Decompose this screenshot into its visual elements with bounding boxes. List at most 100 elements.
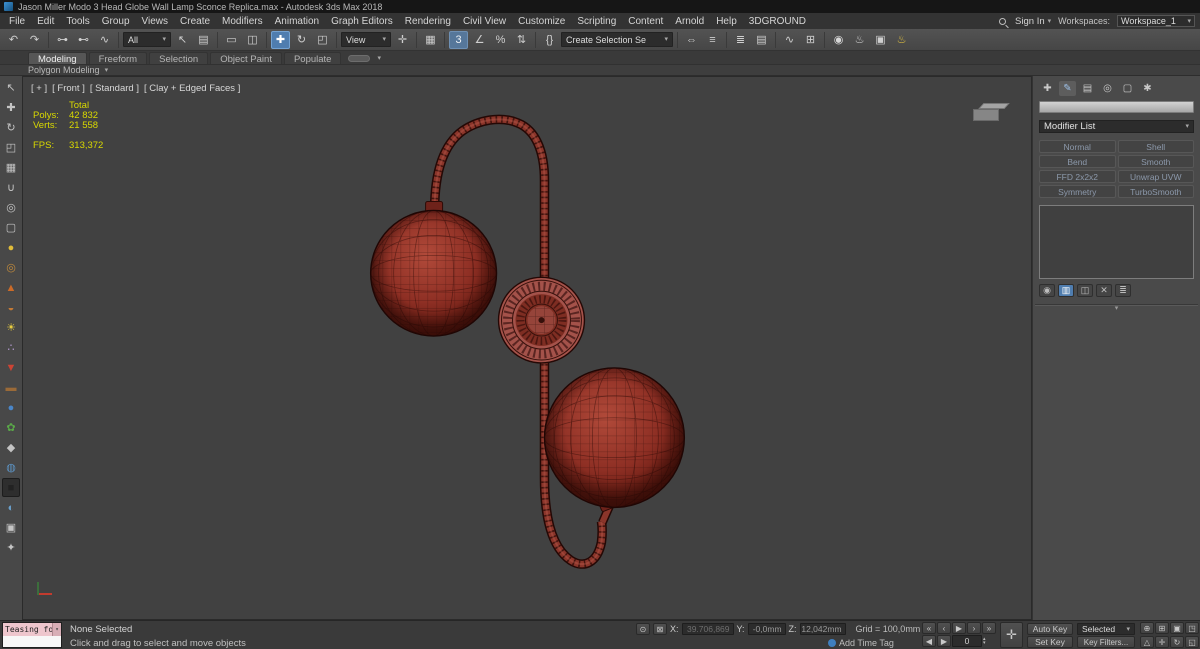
earth-icon[interactable]: ● <box>2 398 20 417</box>
modifier-list-dropdown[interactable]: Modifier List ▾ <box>1039 120 1194 133</box>
hierarchy-tab-icon[interactable]: ▤ <box>1079 81 1096 96</box>
listener-scroll-icon[interactable]: ▾ <box>52 623 61 636</box>
upper-globe[interactable] <box>369 209 498 337</box>
bind-to-space-warp-icon[interactable]: ∿ <box>95 31 114 49</box>
modify-tab-icon[interactable]: ✎ <box>1059 81 1076 96</box>
box-primitive-icon[interactable]: ▢ <box>2 218 20 237</box>
wall-disc[interactable] <box>497 276 586 364</box>
isolate-selection-icon[interactable]: ⊙ <box>636 623 650 635</box>
menu-modifiers[interactable]: Modifiers <box>216 16 269 27</box>
modifier-button-symmetry[interactable]: Symmetry <box>1039 185 1116 198</box>
scripting-line[interactable] <box>3 636 61 647</box>
sign-in-button[interactable]: Sign In ▾ <box>1015 16 1051 27</box>
motion-tab-icon[interactable]: ◎ <box>1099 81 1116 96</box>
viewport-renderer-menu[interactable]: [ Standard ] <box>90 83 139 94</box>
zoom-extents-icon[interactable]: ▣ <box>1170 622 1184 634</box>
set-key-button[interactable]: Set Key <box>1027 636 1073 648</box>
modifier-stack[interactable] <box>1039 205 1194 279</box>
torus-primitive-icon[interactable]: ◎ <box>2 258 20 277</box>
reference-coordinate-dropdown[interactable]: View ▾ <box>341 32 391 47</box>
menu-graph-editors[interactable]: Graph Editors <box>325 16 399 27</box>
redo-icon[interactable]: ↷ <box>25 31 44 49</box>
rendered-frame-window-icon[interactable]: ▣ <box>871 31 890 49</box>
menu-customize[interactable]: Customize <box>512 16 571 27</box>
menu-tools[interactable]: Tools <box>60 16 95 27</box>
viewport-menu-plus[interactable]: [ + ] <box>31 83 47 94</box>
magnet-snap-icon[interactable]: ∪ <box>2 178 20 197</box>
z-coordinate-field[interactable]: 12,042mm <box>799 623 846 635</box>
display-tab-icon[interactable]: ▢ <box>1119 81 1136 96</box>
select-object-icon[interactable]: ↖ <box>173 31 192 49</box>
curve-editor-icon[interactable]: ∿ <box>780 31 799 49</box>
maxscript-mini-listener[interactable]: Teasing for ▾ <box>2 622 62 648</box>
water-icon[interactable]: ◍ <box>2 458 20 477</box>
particles-icon[interactable]: ∴ <box>2 338 20 357</box>
globe-icon[interactable]: ◐ <box>2 498 20 517</box>
workspace-dropdown[interactable]: Workspace_1 ▾ <box>1117 15 1195 27</box>
field-of-view-icon[interactable]: △ <box>1140 636 1154 648</box>
utilities-tab-icon[interactable]: ✱ <box>1139 81 1156 96</box>
cone-primitive-icon[interactable]: ▲ <box>2 278 20 297</box>
select-and-rotate-icon[interactable]: ↻ <box>292 31 311 49</box>
key-step-forward-icon[interactable]: ▶ <box>937 635 951 647</box>
show-end-result-icon[interactable]: ▥ <box>1058 284 1074 297</box>
select-tool-icon[interactable]: ↖ <box>2 78 20 97</box>
sphere-primitive-icon[interactable]: ● <box>2 238 20 257</box>
previous-frame-icon[interactable]: ‹ <box>937 622 951 634</box>
named-selection-sets-dropdown[interactable]: Create Selection Se ▾ <box>561 32 673 47</box>
mirror-icon[interactable]: ⇔ <box>682 31 701 49</box>
percent-snap-icon[interactable]: % <box>491 31 510 49</box>
search-icon[interactable] <box>999 17 1007 25</box>
material-drop-icon[interactable]: ▼ <box>2 358 20 377</box>
selection-filter-dropdown[interactable]: All ▾ <box>123 32 171 47</box>
tab-freeform[interactable]: Freeform <box>88 52 148 65</box>
configure-modifier-sets-icon[interactable]: ≣ <box>1115 284 1131 297</box>
pan-view-icon[interactable]: ✛ <box>1155 636 1169 648</box>
select-by-name-icon[interactable]: ▤ <box>194 31 213 49</box>
make-unique-icon[interactable]: ◫ <box>1077 284 1093 297</box>
play-animation-icon[interactable]: ▶ <box>952 622 966 634</box>
menu-create[interactable]: Create <box>174 16 216 27</box>
menu-3dground[interactable]: 3DGROUND <box>743 16 812 27</box>
menu-edit[interactable]: Edit <box>31 16 60 27</box>
grid-tool-icon[interactable]: ▦ <box>2 158 20 177</box>
menu-views[interactable]: Views <box>136 16 175 27</box>
key-filters-button[interactable]: Key Filters... <box>1077 636 1135 648</box>
modifier-button-turbosmooth[interactable]: TurboSmooth <box>1117 185 1194 198</box>
tab-modeling[interactable]: Modeling <box>28 52 87 65</box>
lower-globe[interactable] <box>543 367 686 509</box>
zoom-all-icon[interactable]: ⊞ <box>1155 622 1169 634</box>
current-frame-field[interactable]: 0 <box>952 635 982 647</box>
schematic-view-icon[interactable]: ⊞ <box>801 31 820 49</box>
x-coordinate-field[interactable]: 39.706,869 <box>681 623 734 635</box>
rotate-tool-icon[interactable]: ↻ <box>2 118 20 137</box>
menu-animation[interactable]: Animation <box>269 16 325 27</box>
edit-named-sets-icon[interactable]: {} <box>540 31 559 49</box>
create-tab-icon[interactable]: ✚ <box>1039 81 1056 96</box>
orbit-icon[interactable]: ↻ <box>1170 636 1184 648</box>
front-viewport[interactable]: [ + ] [ Front ] [ Standard ] [ Clay + Ed… <box>22 76 1032 620</box>
menu-rendering[interactable]: Rendering <box>399 16 457 27</box>
modifier-button-smooth[interactable]: Smooth <box>1117 155 1194 168</box>
menu-group[interactable]: Group <box>96 16 136 27</box>
object-name-field[interactable] <box>1039 101 1194 113</box>
go-to-start-icon[interactable]: « <box>922 622 936 634</box>
frame-spinner[interactable]: ▴ ▾ <box>983 635 986 647</box>
zoom-extents-all-icon[interactable]: ◳ <box>1185 622 1199 634</box>
menu-file[interactable]: File <box>3 16 31 27</box>
select-and-manipulate-icon[interactable]: ✛ <box>393 31 412 49</box>
zoom-icon[interactable]: ⊕ <box>1140 622 1154 634</box>
viewcube-top-face[interactable] <box>978 103 1010 109</box>
remove-modifier-icon[interactable]: ✕ <box>1096 284 1112 297</box>
material-editor-icon[interactable]: ◉ <box>829 31 848 49</box>
key-mode-dropdown[interactable]: Selected ▾ <box>1077 623 1135 635</box>
box2-tool-icon[interactable]: ▣ <box>2 518 20 537</box>
wood-texture-icon[interactable]: ▬ <box>2 378 20 397</box>
y-coordinate-field[interactable]: -0,0mm <box>747 623 786 635</box>
modifier-button-shell[interactable]: Shell <box>1117 140 1194 153</box>
menu-content[interactable]: Content <box>622 16 669 27</box>
pin-stack-icon[interactable]: ◉ <box>1039 284 1055 297</box>
viewport-view-menu[interactable]: [ Front ] <box>52 83 85 94</box>
modifier-button-unwrap-uvw[interactable]: Unwrap UVW <box>1117 170 1194 183</box>
unlink-selection-icon[interactable]: ⊷ <box>74 31 93 49</box>
